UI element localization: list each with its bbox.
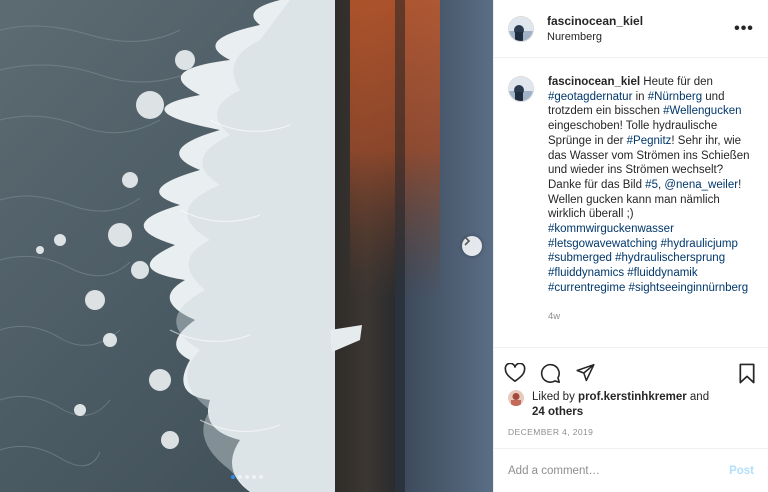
liked-by-user[interactable]: prof.kerstinhkremer — [578, 391, 687, 403]
header-username[interactable]: fascinocean_kiel — [547, 14, 734, 28]
share-icon — [576, 363, 595, 382]
hashtag-link[interactable]: #Nürnberg — [648, 91, 702, 103]
hashtag-link[interactable]: #currentregime — [548, 282, 625, 294]
avatar[interactable] — [508, 15, 534, 42]
others-count[interactable]: 24 others — [532, 406, 583, 418]
comment-button[interactable] — [540, 363, 561, 384]
post-side-panel: fascinocean_kiel Nuremberg ••• fascinoce… — [493, 0, 768, 492]
comment-input[interactable] — [508, 464, 730, 477]
hashtag-link[interactable]: #kommwirguckenwasser — [548, 223, 674, 235]
weir-water-image — [0, 0, 493, 492]
avatar-image — [509, 77, 533, 101]
hashtag-link[interactable]: #Pegnitz — [627, 135, 672, 147]
caption-segment: Heute für den — [640, 76, 713, 88]
hashtag-link[interactable]: #submerged — [548, 252, 612, 264]
more-options-icon[interactable]: ••• — [734, 20, 754, 38]
post-time-ago[interactable]: 4w — [548, 310, 754, 325]
carousel-indicator — [0, 475, 493, 479]
hashtag-link[interactable]: #fluiddynamics — [548, 267, 624, 279]
post-date[interactable]: DECEMBER 4, 2019 — [508, 427, 593, 437]
hashtag-link[interactable]: #5 — [645, 179, 658, 191]
carousel-dot — [251, 475, 256, 479]
hashtag-link[interactable]: @nena_weiler — [664, 179, 738, 191]
caption-username[interactable]: fascinocean_kiel — [548, 76, 640, 88]
heart-icon — [504, 363, 526, 382]
post-comment-button[interactable]: Post — [729, 465, 754, 477]
carousel-dot — [230, 475, 235, 479]
liker-avatar[interactable] — [508, 390, 524, 406]
chevron-right-icon — [464, 236, 471, 246]
hashtag-link[interactable]: #sightseeinginnürnberg — [629, 282, 749, 294]
likes-summary: Liked by prof.kerstinhkremer and 24 othe… — [494, 390, 768, 420]
bookmark-icon — [739, 363, 755, 383]
caption-text: fascinocean_kiel Heute für den #geotagde… — [548, 75, 754, 296]
add-comment-bar: Post — [494, 448, 768, 492]
liked-by-and: and — [689, 391, 710, 403]
caption-segment: in — [632, 90, 648, 103]
instagram-post: fascinocean_kiel Nuremberg ••• fascinoce… — [0, 0, 768, 492]
carousel-dot — [244, 475, 249, 479]
avatar-image — [508, 390, 524, 406]
header-location[interactable]: Nuremberg — [547, 31, 734, 43]
post-caption: fascinocean_kiel Heute für den #geotagde… — [548, 75, 754, 347]
hashtag-link[interactable]: #letsgowavewatching — [548, 238, 657, 250]
carousel-next-button[interactable] — [462, 236, 482, 256]
hashtag-link[interactable]: #hydraulischersprung — [615, 252, 725, 264]
hashtag-link[interactable]: #geotagdernatur — [548, 91, 632, 103]
carousel-dot — [237, 475, 242, 479]
hashtag-link[interactable]: #Wellengucken — [663, 105, 741, 117]
comment-icon — [540, 363, 561, 383]
share-button[interactable] — [575, 363, 596, 383]
post-photo[interactable] — [0, 0, 493, 492]
like-button[interactable] — [504, 363, 526, 383]
post-header: fascinocean_kiel Nuremberg ••• — [494, 0, 768, 58]
caption-area: fascinocean_kiel Heute für den #geotagde… — [494, 59, 768, 347]
hashtag-link[interactable]: #fluiddynamik — [627, 267, 697, 279]
avatar[interactable] — [508, 76, 534, 102]
carousel-dot — [258, 475, 263, 479]
post-actions: Liked by prof.kerstinhkremer and 24 othe… — [494, 347, 768, 437]
liked-by-prefix: Liked by — [532, 391, 575, 403]
save-button[interactable] — [738, 363, 756, 384]
avatar-image — [509, 16, 533, 41]
hashtag-link[interactable]: #hydraulicjump — [661, 238, 738, 250]
